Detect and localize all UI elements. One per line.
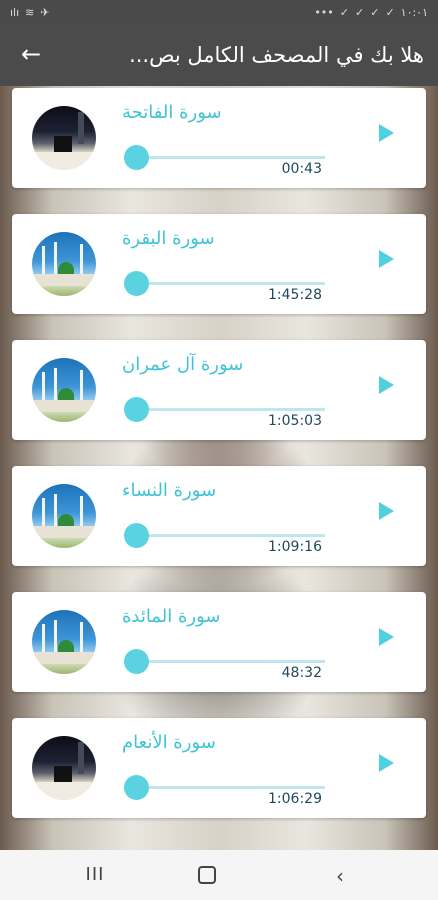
- surah-card[interactable]: سورة المائدة 48:32: [12, 592, 426, 692]
- more-icon: •••: [314, 6, 334, 19]
- surah-thumbnail: [32, 610, 96, 674]
- play-icon[interactable]: [379, 628, 394, 646]
- seek-knob[interactable]: [124, 523, 149, 548]
- recent-apps-icon[interactable]: III: [75, 864, 115, 885]
- signal-icon: ılı: [10, 6, 20, 19]
- surah-title: سورة الأنعام: [122, 732, 216, 753]
- check-icon: ✓: [355, 6, 365, 19]
- check-icon: ✓: [339, 6, 349, 19]
- surah-title: سورة آل عمران: [122, 354, 244, 375]
- progress-track[interactable]: [135, 282, 325, 285]
- progress-track[interactable]: [135, 786, 325, 789]
- surah-thumbnail: [32, 106, 96, 170]
- check-icon: ✓: [370, 6, 380, 19]
- back-arrow-icon[interactable]: ←: [16, 40, 46, 70]
- status-bar: ılı ≋ ✈ ••• ✓ ✓ ✓ ✓ ١٠:٠١: [0, 0, 438, 26]
- status-time: ١٠:٠١: [400, 6, 428, 19]
- surah-title: سورة المائدة: [122, 606, 221, 627]
- surah-card[interactable]: سورة النساء 1:09:16: [12, 466, 426, 566]
- nav-back-icon[interactable]: ‹: [320, 864, 360, 888]
- play-icon[interactable]: [379, 502, 394, 520]
- progress-track[interactable]: [135, 408, 325, 411]
- seek-knob[interactable]: [124, 649, 149, 674]
- duration: 1:09:16: [268, 539, 322, 555]
- check-icon: ✓: [385, 6, 395, 19]
- duration: 1:06:29: [268, 791, 322, 807]
- duration: 1:45:28: [268, 287, 322, 303]
- duration: 1:05:03: [268, 413, 322, 429]
- app-bar: ← هلا بك في المصحف الكامل بص...: [0, 26, 438, 86]
- play-icon[interactable]: [379, 376, 394, 394]
- progress-track[interactable]: [135, 534, 325, 537]
- status-right: ••• ✓ ✓ ✓ ✓ ١٠:٠١: [314, 6, 428, 19]
- wifi-icon: ≋: [25, 6, 35, 19]
- airplane-icon: ✈: [40, 6, 50, 19]
- seek-knob[interactable]: [124, 145, 149, 170]
- play-icon[interactable]: [379, 250, 394, 268]
- surah-thumbnail: [32, 484, 96, 548]
- play-icon[interactable]: [379, 124, 394, 142]
- duration: 48:32: [281, 665, 322, 681]
- page-title: هلا بك في المصحف الكامل بص...: [129, 43, 424, 67]
- seek-knob[interactable]: [124, 775, 149, 800]
- surah-thumbnail: [32, 736, 96, 800]
- progress-track[interactable]: [135, 660, 325, 663]
- progress-track[interactable]: [135, 156, 325, 159]
- seek-knob[interactable]: [124, 397, 149, 422]
- system-nav-bar: III ‹: [0, 850, 438, 900]
- surah-title: سورة البقرة: [122, 228, 215, 249]
- surah-thumbnail: [32, 358, 96, 422]
- play-icon[interactable]: [379, 754, 394, 772]
- surah-thumbnail: [32, 232, 96, 296]
- surah-title: سورة النساء: [122, 480, 217, 501]
- status-left-icons: ılı ≋ ✈: [10, 6, 50, 19]
- surah-card[interactable]: سورة آل عمران 1:05:03: [12, 340, 426, 440]
- home-icon[interactable]: [198, 866, 216, 884]
- surah-card[interactable]: سورة الأنعام 1:06:29: [12, 718, 426, 818]
- surah-card[interactable]: سورة الفاتحة 00:43: [12, 88, 426, 188]
- duration: 00:43: [281, 161, 322, 177]
- seek-knob[interactable]: [124, 271, 149, 296]
- surah-title: سورة الفاتحة: [122, 102, 222, 123]
- surah-list: سورة الفاتحة 00:43 سورة البقرة 1:45:28 س…: [12, 88, 426, 844]
- surah-card[interactable]: سورة البقرة 1:45:28: [12, 214, 426, 314]
